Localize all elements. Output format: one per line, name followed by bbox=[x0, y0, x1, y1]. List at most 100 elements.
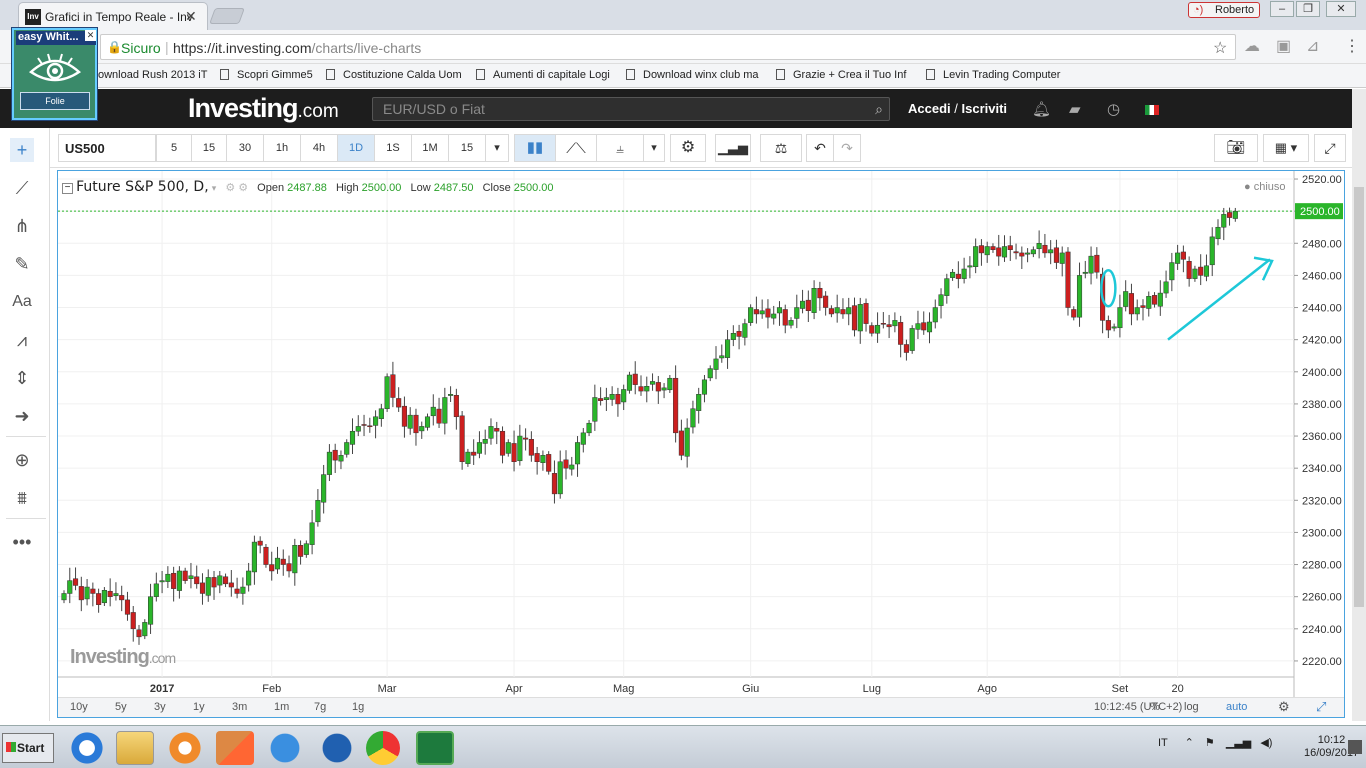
start-button[interactable]: Start bbox=[2, 733, 54, 763]
bookmark-item[interactable]: Aumenti di capitale Logi bbox=[476, 69, 610, 81]
bookmark-star-icon[interactable]: ☆ bbox=[1213, 38, 1227, 58]
easy-white-widget[interactable]: easy Whit... ✕ Folie bbox=[12, 28, 97, 120]
candles-icon[interactable]: ▮▮ bbox=[514, 134, 556, 162]
volume-icon[interactable]: ◀) bbox=[1260, 737, 1272, 749]
candle-body bbox=[182, 570, 188, 581]
flag-tray-icon[interactable]: ⚑ bbox=[1205, 737, 1215, 749]
tray-arrow-icon[interactable]: ⌃ bbox=[1185, 737, 1194, 749]
pattern-icon[interactable]: ⩘ bbox=[10, 328, 34, 352]
minimize-icon[interactable]: – bbox=[1270, 1, 1294, 17]
bookmark-item[interactable]: Scopri Gimme5 bbox=[220, 69, 313, 81]
trend-line-icon[interactable]: ⟋ bbox=[10, 176, 34, 200]
camera-icon[interactable]: 📷︎ bbox=[1214, 134, 1258, 162]
new-tab-button[interactable] bbox=[209, 8, 245, 24]
indicators-icon[interactable]: ▁▃▅ bbox=[715, 134, 751, 162]
chart-settings-icon[interactable]: ⚙ bbox=[1278, 699, 1290, 715]
drive-icon[interactable]: ☁ bbox=[1244, 36, 1260, 56]
range-button[interactable]: 1m bbox=[274, 701, 289, 713]
brush-icon[interactable]: ✎ bbox=[10, 252, 34, 276]
interval-button[interactable]: 1S bbox=[374, 134, 412, 162]
interval-button[interactable]: 15 bbox=[191, 134, 227, 162]
interval-button[interactable]: 15 bbox=[448, 134, 486, 162]
range-button[interactable]: 3y bbox=[154, 701, 166, 713]
measure-icon[interactable]: ⇕ bbox=[10, 366, 34, 390]
bookmark-item[interactable]: ownload Rush 2013 iT bbox=[98, 69, 207, 81]
collapse-icon[interactable]: − bbox=[62, 183, 73, 194]
clock-icon[interactable]: ◷ bbox=[1107, 100, 1120, 118]
bell-icon[interactable]: 🔔︎ bbox=[1032, 100, 1051, 118]
excel-icon[interactable] bbox=[416, 731, 454, 765]
bookmark-item[interactable]: Levin Trading Computer bbox=[926, 69, 1060, 81]
log-toggle[interactable]: log bbox=[1184, 701, 1199, 713]
interval-button[interactable]: 30 bbox=[226, 134, 264, 162]
menu-icon[interactable]: ⋮ bbox=[1344, 36, 1360, 56]
extension-icon[interactable]: ▣ bbox=[1276, 36, 1291, 56]
restore-icon[interactable]: ❐ bbox=[1296, 1, 1320, 17]
ie-icon[interactable] bbox=[68, 731, 106, 765]
expand-icon[interactable]: ⤢ bbox=[1316, 699, 1326, 715]
interval-button-active[interactable]: 1D bbox=[337, 134, 375, 162]
language-indicator[interactable]: IT bbox=[1158, 737, 1168, 749]
fullscreen-icon[interactable]: ⤢ bbox=[1314, 134, 1346, 162]
auto-toggle[interactable]: auto bbox=[1226, 701, 1247, 713]
range-button[interactable]: 5y bbox=[115, 701, 127, 713]
network-icon[interactable]: ▁▃▅ bbox=[1226, 737, 1251, 749]
media-player-icon[interactable] bbox=[166, 731, 204, 765]
layout-icon[interactable]: ▦ ▾ bbox=[1263, 134, 1309, 162]
italy-flag-icon[interactable] bbox=[1145, 105, 1159, 115]
percent-toggle[interactable]: % bbox=[1150, 701, 1160, 713]
interval-dropdown-icon[interactable]: ▾ bbox=[485, 134, 509, 162]
folie-button[interactable]: Folie bbox=[20, 92, 90, 110]
pitchfork-icon[interactable]: ⋔ bbox=[10, 214, 34, 238]
legend-dropdown-icon[interactable]: ▾ bbox=[212, 183, 217, 193]
chrome-icon[interactable] bbox=[366, 731, 400, 765]
compare-icon[interactable]: ⚖ bbox=[760, 134, 802, 162]
zoom-icon[interactable]: ⊕ bbox=[10, 448, 34, 472]
undo-icon[interactable]: ↶ bbox=[806, 134, 834, 162]
close-window-icon[interactable]: ✕ bbox=[1326, 1, 1356, 17]
portfolio-icon[interactable]: ▰ bbox=[1069, 100, 1081, 118]
range-button[interactable]: 10y bbox=[70, 701, 88, 713]
crosshair-icon[interactable]: + bbox=[10, 138, 34, 162]
close-tab-icon[interactable]: ✕ bbox=[185, 8, 197, 25]
legend-settings-icon[interactable]: ⚙ ⚙ bbox=[225, 182, 248, 194]
text-tool-icon[interactable]: Aa bbox=[10, 290, 34, 314]
magnet-icon[interactable]: ⩩ bbox=[10, 486, 34, 510]
candle-body bbox=[338, 455, 344, 462]
scrollbar-thumb[interactable] bbox=[1354, 187, 1364, 607]
explorer-icon[interactable] bbox=[116, 731, 154, 765]
interval-button[interactable]: 1h bbox=[263, 134, 301, 162]
range-button[interactable]: 7g bbox=[314, 701, 326, 713]
site-logo[interactable]: Investing.com bbox=[188, 93, 339, 124]
range-button[interactable]: 1g bbox=[352, 701, 364, 713]
bars-icon[interactable]: ⫨ bbox=[596, 134, 644, 162]
interval-button[interactable]: 5 bbox=[156, 134, 192, 162]
bookmark-item[interactable]: Costituzione Calda Uom bbox=[326, 69, 462, 81]
bookmark-item[interactable]: Download winx club ma bbox=[626, 69, 759, 81]
app-icon[interactable] bbox=[216, 731, 254, 765]
bookmark-item[interactable]: Grazie + Crea il Tuo Inf bbox=[776, 69, 906, 81]
arrow-left-icon[interactable]: ➜ bbox=[10, 404, 34, 428]
login-link[interactable]: Accedi / Iscriviti bbox=[908, 101, 1007, 116]
candlestick-chart[interactable]: 2220.00 2240.00 2260.00 2280.00 2300.00 2320.… bbox=[58, 171, 1344, 697]
more-tools-icon[interactable]: ••• bbox=[10, 530, 34, 554]
pdf-icon[interactable]: ⊿ bbox=[1306, 36, 1319, 56]
line-chart-icon[interactable]: ⟋⟍ bbox=[555, 134, 597, 162]
user-profile-button[interactable]: ◔) Roberto bbox=[1188, 2, 1260, 18]
range-button[interactable]: 3m bbox=[232, 701, 247, 713]
play-icon[interactable] bbox=[266, 731, 304, 765]
speed-icon[interactable] bbox=[318, 731, 356, 765]
url-field[interactable]: 🔒 Sicuro | https://it.investing.com/char… bbox=[100, 34, 1236, 60]
interval-button[interactable]: 4h bbox=[300, 134, 338, 162]
chart-type-dropdown-icon[interactable]: ▾ bbox=[643, 134, 665, 162]
browser-tab[interactable]: Inv Grafici in Tempo Reale - Inv ✕ bbox=[18, 2, 208, 30]
show-desktop-icon[interactable] bbox=[1348, 740, 1362, 754]
redo-icon[interactable]: ↷ bbox=[833, 134, 861, 162]
search-input[interactable]: EUR/USD o Fiat ⌕ bbox=[372, 97, 890, 121]
page-scrollbar[interactable] bbox=[1352, 89, 1366, 721]
settings-gear-icon[interactable]: ⚙ bbox=[670, 134, 706, 162]
range-button[interactable]: 1y bbox=[193, 701, 205, 713]
widget-close-icon[interactable]: ✕ bbox=[85, 30, 96, 41]
interval-button[interactable]: 1M bbox=[411, 134, 449, 162]
symbol-input[interactable]: US500 bbox=[58, 134, 156, 162]
